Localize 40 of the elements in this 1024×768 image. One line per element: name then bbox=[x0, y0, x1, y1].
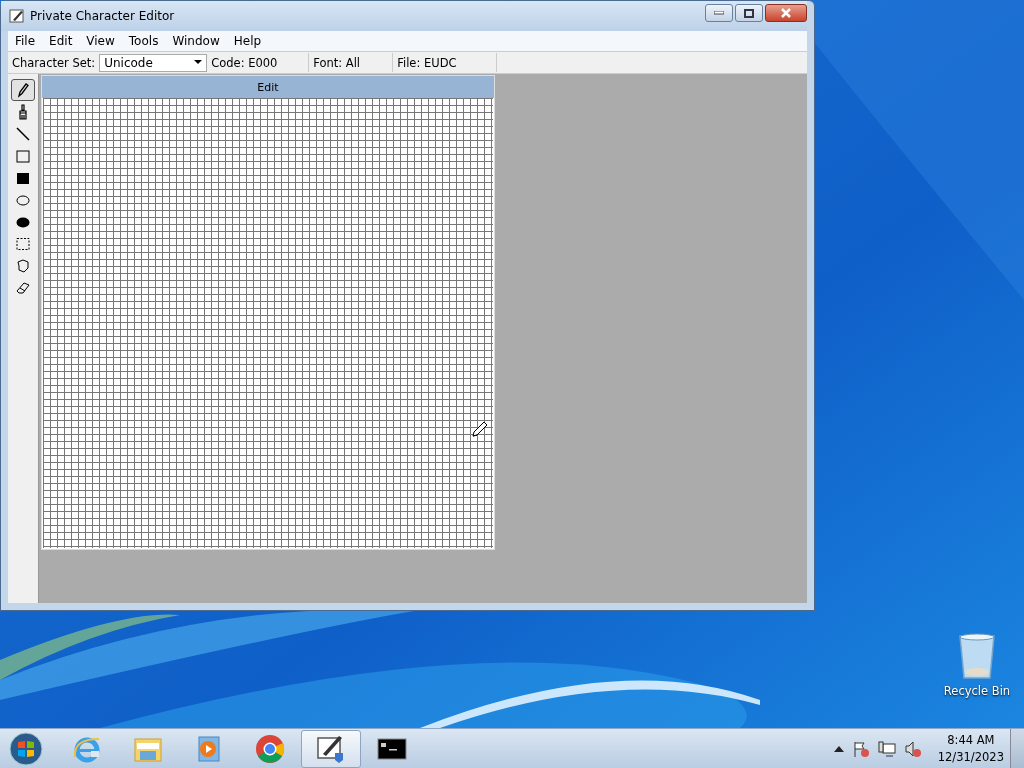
close-icon bbox=[780, 8, 792, 18]
caret-icon bbox=[194, 60, 203, 65]
freeform-shape-icon bbox=[15, 258, 31, 274]
pencil-icon[interactable] bbox=[301, 730, 361, 768]
maximize-icon bbox=[744, 8, 754, 18]
menu-item[interactable]: Window bbox=[165, 34, 227, 48]
pencil-cursor-icon bbox=[471, 420, 489, 438]
line-icon bbox=[15, 126, 31, 142]
minimize-icon bbox=[714, 11, 724, 15]
menu-item[interactable]: File bbox=[8, 34, 43, 48]
status-field: Code: E000 bbox=[207, 53, 310, 72]
tool-button[interactable] bbox=[11, 79, 35, 101]
show-hidden-icons-icon[interactable] bbox=[833, 746, 844, 752]
speaker-icon[interactable] bbox=[903, 740, 922, 758]
menu-item[interactable]: View bbox=[79, 34, 122, 48]
menu-item[interactable]: Help bbox=[226, 34, 269, 48]
rectangle-icon bbox=[15, 148, 31, 164]
menu-item[interactable]: Tools bbox=[121, 34, 166, 48]
pencil-icon bbox=[9, 8, 25, 24]
window-title: Private Character Editor bbox=[30, 9, 175, 23]
maximize-button[interactable] bbox=[735, 4, 763, 22]
status-field: Font: All bbox=[309, 53, 394, 72]
eraser-icon bbox=[15, 280, 31, 296]
pixel-grid[interactable] bbox=[43, 98, 493, 548]
flag-icon[interactable] bbox=[851, 740, 870, 758]
recycle-bin-icon[interactable] bbox=[957, 632, 997, 680]
clock[interactable]: 8:44 AM 12/31/2023 bbox=[937, 732, 1004, 766]
close-button[interactable] bbox=[765, 4, 807, 22]
filled-rectangle-icon bbox=[15, 170, 31, 186]
network-icon[interactable] bbox=[877, 740, 896, 758]
minimize-button[interactable] bbox=[705, 4, 733, 22]
desktop-icon-label[interactable]: Recycle Bin bbox=[943, 684, 1011, 698]
menu-item[interactable]: Edit bbox=[42, 34, 80, 48]
character-set-dropdown[interactable]: Unicode bbox=[99, 53, 208, 72]
dashed-rectangle-icon bbox=[15, 236, 31, 252]
character-set-label: Character Set: bbox=[11, 55, 97, 70]
pencil-icon bbox=[15, 82, 31, 98]
edit-window-title: Edit bbox=[257, 80, 279, 94]
ellipse-icon bbox=[15, 192, 31, 208]
status-field: File: EUDC bbox=[393, 53, 498, 72]
